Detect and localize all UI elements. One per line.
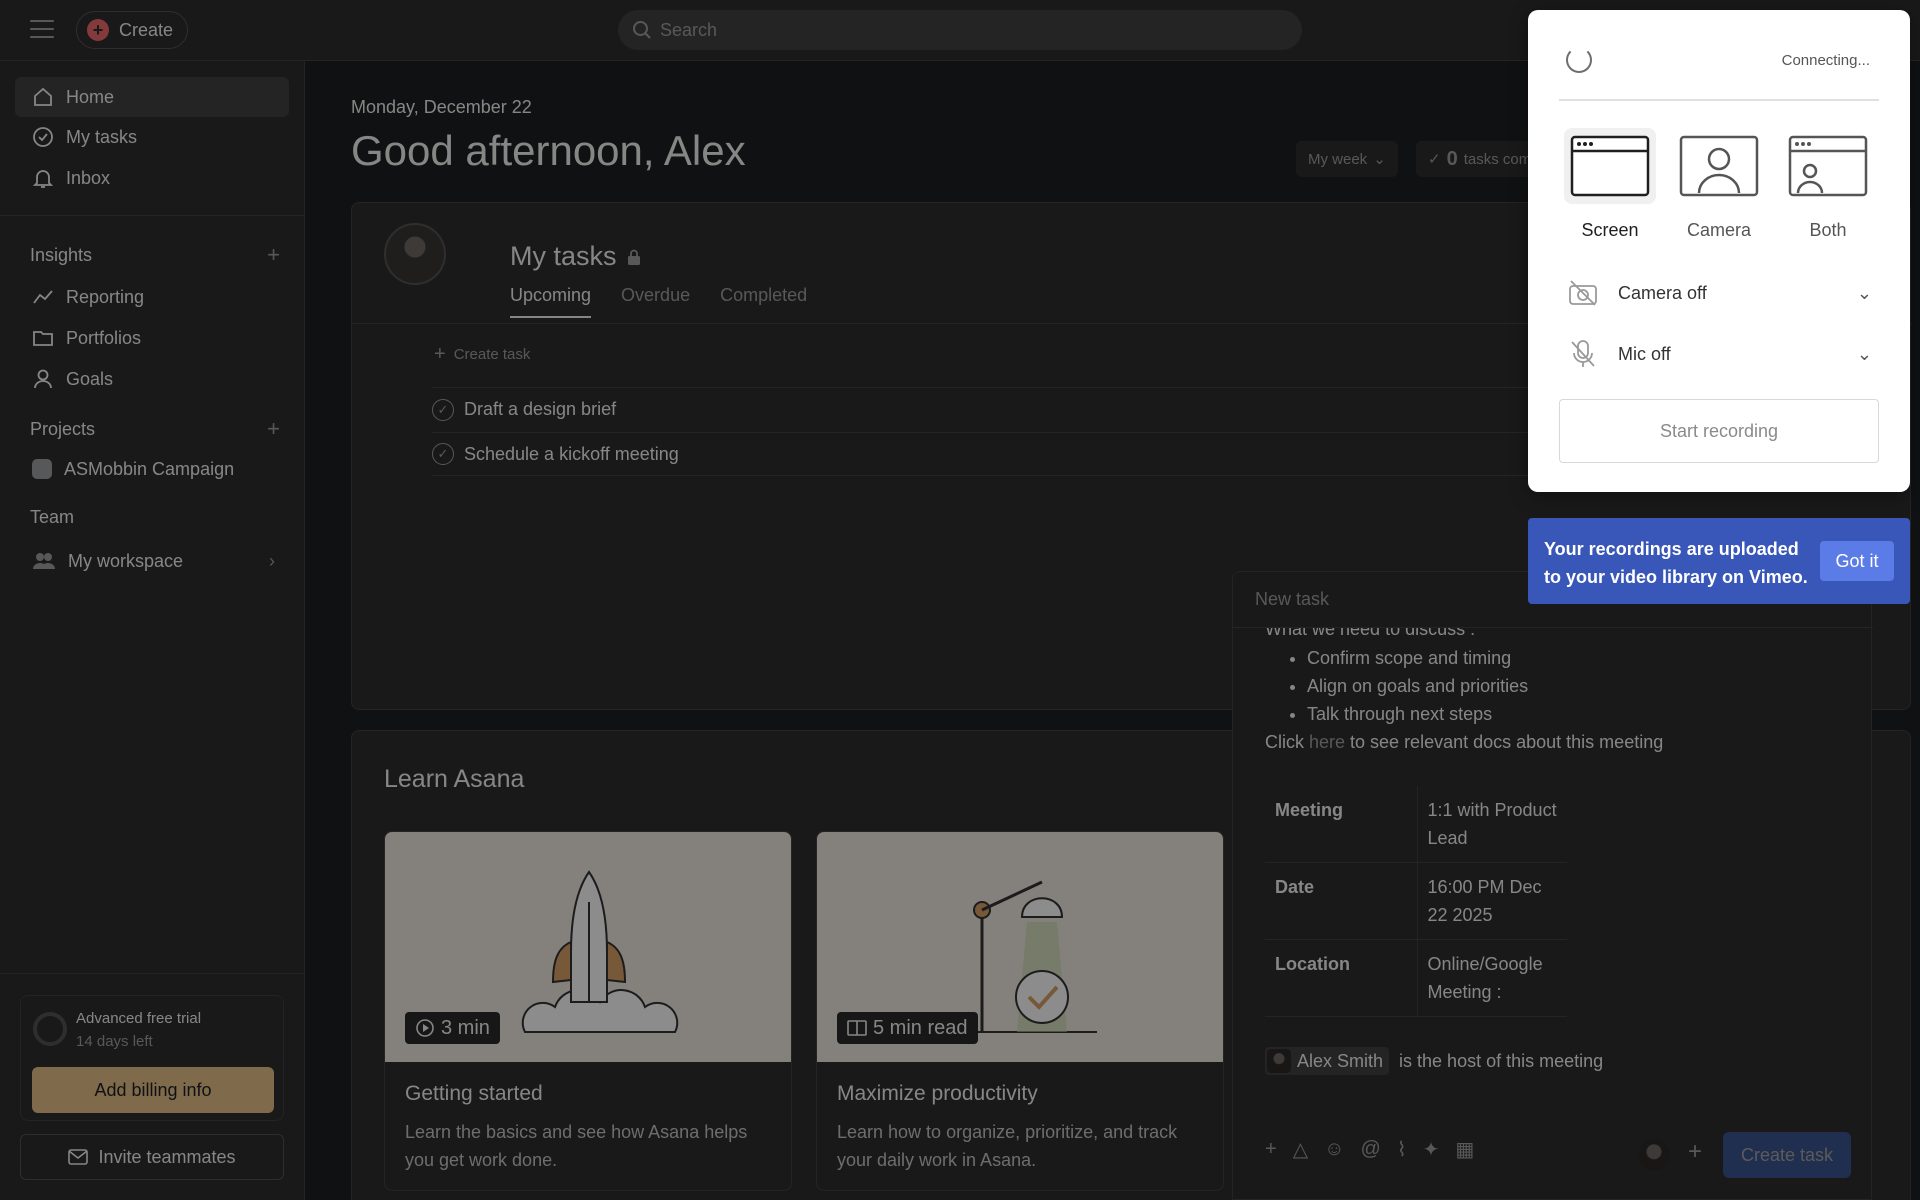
mode-both[interactable]: Both: [1778, 128, 1878, 241]
mode-camera[interactable]: Camera: [1669, 128, 1769, 241]
camera-option-label: Camera off: [1618, 282, 1707, 303]
mic-option-label: Mic off: [1618, 343, 1671, 364]
screen-mode-icon: [1564, 128, 1656, 204]
vimeo-upload-tooltip: Your recordings are uploaded to your vid…: [1528, 518, 1910, 604]
start-recording-button[interactable]: Start recording: [1559, 399, 1879, 463]
got-it-button[interactable]: Got it: [1820, 541, 1894, 581]
camera-select[interactable]: Camera off ⌄: [1568, 273, 1872, 313]
mic-select[interactable]: Mic off ⌄: [1568, 334, 1872, 374]
mode-label: Screen: [1581, 220, 1639, 240]
mode-screen[interactable]: Screen: [1560, 128, 1660, 241]
mode-label: Camera: [1686, 220, 1752, 240]
mic-off-icon: [1571, 340, 1595, 367]
recorder-popup: Connecting... Screen Camera Both Camera …: [1528, 10, 1910, 492]
recorder-divider: [1559, 99, 1879, 101]
chevron-down-icon: ⌄: [1856, 343, 1872, 364]
tooltip-text: Your recordings are uploaded to your vid…: [1544, 539, 1808, 587]
loading-spinner-icon: [1566, 47, 1592, 73]
both-mode-icon: [1782, 128, 1874, 204]
chevron-down-icon: ⌄: [1856, 282, 1872, 303]
camera-mode-icon: [1673, 128, 1765, 204]
connection-status: Connecting...: [1781, 52, 1870, 69]
mode-label: Both: [1809, 220, 1847, 240]
camera-off-icon: [1569, 280, 1597, 306]
